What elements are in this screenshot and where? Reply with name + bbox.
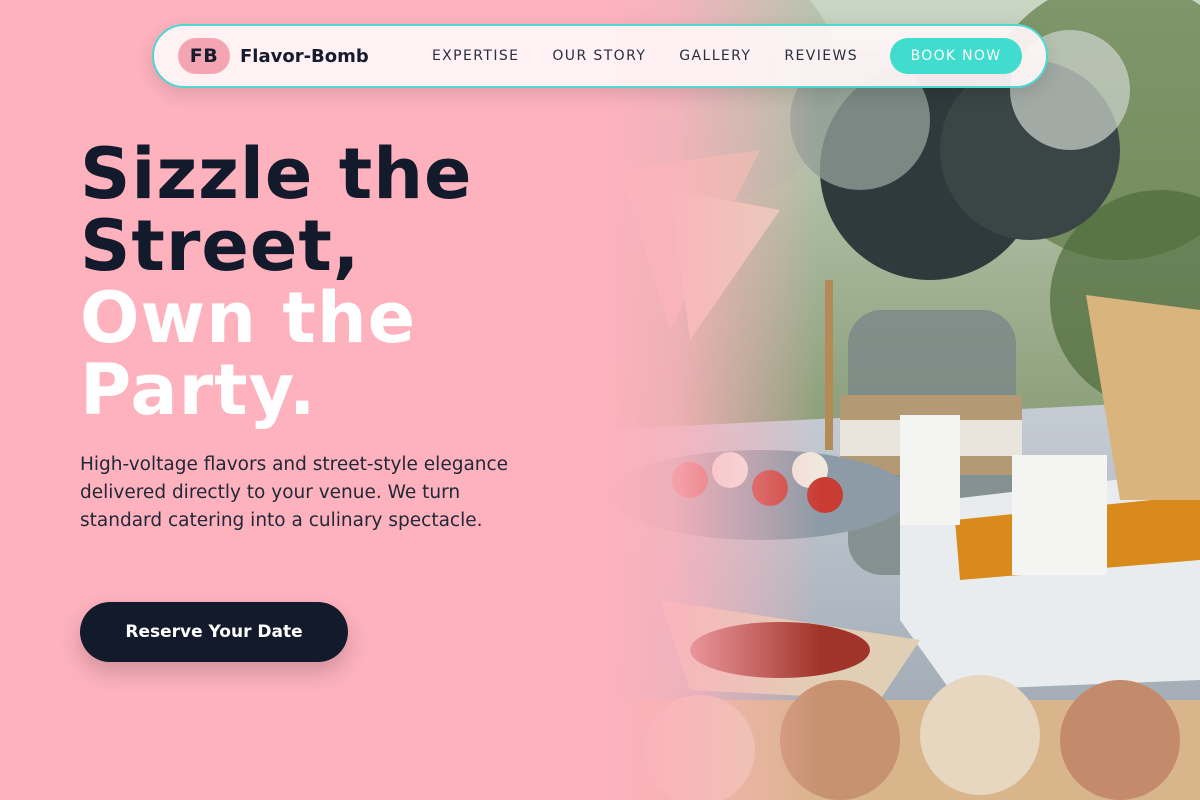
hero-headline: Sizzle the Street, Own the Party. (80, 138, 473, 426)
book-now-button[interactable]: BOOK NOW (890, 38, 1022, 74)
brand-name[interactable]: Flavor-Bomb (240, 46, 369, 67)
reserve-date-button[interactable]: Reserve Your Date (80, 602, 348, 662)
nav-link-our-story[interactable]: OUR STORY (552, 48, 646, 64)
headline-line-3: Own the (80, 277, 417, 359)
nav-link-reviews[interactable]: REVIEWS (784, 48, 858, 64)
logo-badge[interactable]: FB (178, 38, 230, 74)
hero-photo (600, 0, 1200, 800)
nav-link-expertise[interactable]: EXPERTISE (432, 48, 519, 64)
nav-links: EXPERTISE OUR STORY GALLERY REVIEWS (432, 48, 858, 64)
hero-subtitle: High-voltage flavors and street-style el… (80, 454, 509, 531)
hero-photo-fade (600, 0, 820, 800)
headline-line-2: Street, (80, 205, 361, 287)
top-nav: FB Flavor-Bomb EXPERTISE OUR STORY GALLE… (152, 24, 1048, 88)
headline-line-1: Sizzle the (80, 133, 473, 215)
headline-line-4: Party. (80, 349, 317, 431)
nav-link-gallery[interactable]: GALLERY (679, 48, 751, 64)
